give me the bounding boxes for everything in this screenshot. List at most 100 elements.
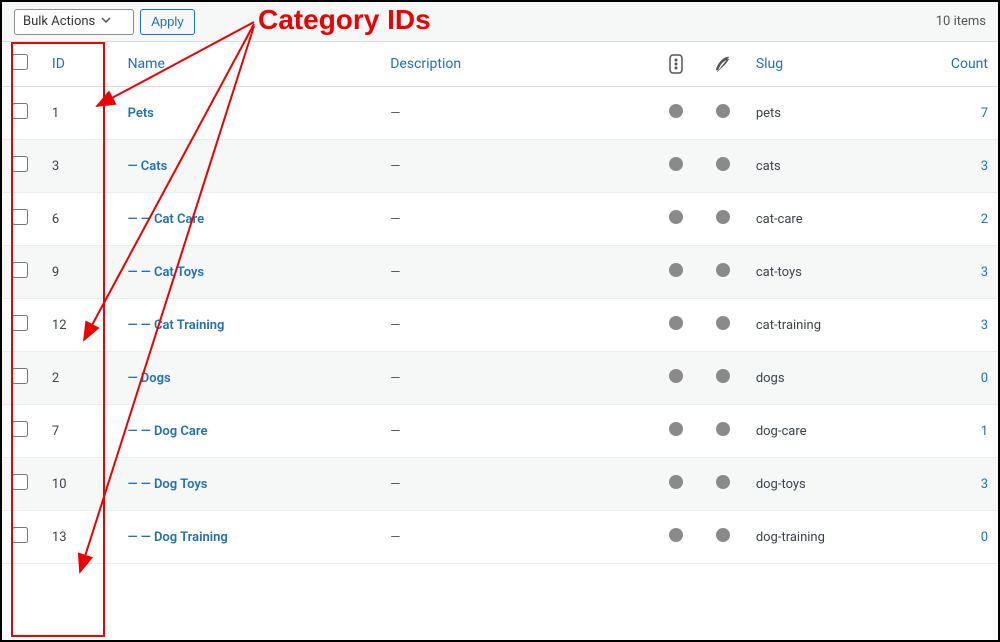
bulk-actions-select[interactable]: Bulk Actions <box>14 9 134 35</box>
category-link[interactable]: Pets <box>128 106 154 121</box>
header-id[interactable]: ID <box>42 42 118 87</box>
category-link[interactable]: — Dogs <box>128 371 171 386</box>
row-select[interactable] <box>2 246 42 299</box>
circle-icon <box>716 528 730 542</box>
category-name: Cat Care <box>154 212 204 227</box>
status-dot[interactable] <box>653 87 699 140</box>
count-link[interactable]: 1 <box>981 424 988 439</box>
row-checkbox[interactable] <box>12 209 28 225</box>
table-row: 6— — Cat Care—cat-care2 <box>2 193 998 246</box>
row-name[interactable]: — Dogs <box>118 352 381 405</box>
header-name[interactable]: Name <box>118 42 381 87</box>
row-count[interactable]: 1 <box>914 405 998 458</box>
count-link[interactable]: 3 <box>981 318 988 333</box>
row-select[interactable] <box>2 458 42 511</box>
count-link[interactable]: 7 <box>981 106 988 121</box>
row-checkbox[interactable] <box>12 474 28 490</box>
category-link[interactable]: — — Dog Training <box>128 530 228 545</box>
row-select[interactable] <box>2 511 42 564</box>
row-count[interactable]: 3 <box>914 299 998 352</box>
count-link[interactable]: 0 <box>981 530 988 545</box>
category-link[interactable]: — — Cat Training <box>128 318 225 333</box>
count-link[interactable]: 3 <box>981 477 988 492</box>
count-link[interactable]: 0 <box>981 371 988 386</box>
category-link[interactable]: — Cats <box>128 159 168 174</box>
feather-dot[interactable] <box>700 405 746 458</box>
feather-dot[interactable] <box>700 458 746 511</box>
feather-dot[interactable] <box>700 511 746 564</box>
status-dot[interactable] <box>653 511 699 564</box>
hierarchy-prefix: — <box>128 159 141 174</box>
row-count[interactable]: 0 <box>914 511 998 564</box>
row-name[interactable]: — — Dog Training <box>118 511 381 564</box>
row-select[interactable] <box>2 352 42 405</box>
row-checkbox[interactable] <box>12 156 28 172</box>
row-checkbox[interactable] <box>12 368 28 384</box>
category-link[interactable]: — — Cat Toys <box>128 265 205 280</box>
row-count[interactable]: 3 <box>914 246 998 299</box>
status-dot[interactable] <box>653 458 699 511</box>
row-select[interactable] <box>2 140 42 193</box>
status-dot[interactable] <box>653 405 699 458</box>
header-status-icon[interactable] <box>653 42 699 87</box>
table-header-row: ID Name Description Slug <box>2 42 998 87</box>
category-name: Dog Toys <box>154 477 208 492</box>
count-link[interactable]: 3 <box>981 265 988 280</box>
row-count[interactable]: 3 <box>914 140 998 193</box>
row-count[interactable]: 2 <box>914 193 998 246</box>
row-checkbox[interactable] <box>12 103 28 119</box>
row-checkbox[interactable] <box>12 262 28 278</box>
row-name[interactable]: — Cats <box>118 140 381 193</box>
category-link[interactable]: — — Cat Care <box>128 212 205 227</box>
count-link[interactable]: 2 <box>981 212 988 227</box>
category-link[interactable]: — — Dog Toys <box>128 477 208 492</box>
category-name: Pets <box>128 106 154 121</box>
row-select[interactable] <box>2 405 42 458</box>
row-checkbox[interactable] <box>12 527 28 543</box>
row-name[interactable]: — — Cat Training <box>118 299 381 352</box>
feather-dot[interactable] <box>700 246 746 299</box>
row-select[interactable] <box>2 87 42 140</box>
row-name[interactable]: — — Cat Toys <box>118 246 381 299</box>
row-count[interactable]: 0 <box>914 352 998 405</box>
header-slug[interactable]: Slug <box>746 42 914 87</box>
select-all-header[interactable] <box>2 42 42 87</box>
row-checkbox[interactable] <box>12 315 28 331</box>
circle-icon <box>716 263 730 277</box>
row-select[interactable] <box>2 193 42 246</box>
feather-dot[interactable] <box>700 352 746 405</box>
row-id: 13 <box>42 511 118 564</box>
row-count[interactable]: 3 <box>914 458 998 511</box>
row-select[interactable] <box>2 299 42 352</box>
status-dot[interactable] <box>653 352 699 405</box>
feather-dot[interactable] <box>700 140 746 193</box>
category-name: Dog Care <box>154 424 208 439</box>
row-name[interactable]: — — Dog Care <box>118 405 381 458</box>
feather-dot[interactable] <box>700 299 746 352</box>
row-id: 10 <box>42 458 118 511</box>
feather-dot[interactable] <box>700 87 746 140</box>
select-all-checkbox[interactable] <box>12 54 28 70</box>
row-checkbox[interactable] <box>12 421 28 437</box>
row-description: — <box>380 87 653 140</box>
row-name[interactable]: Pets <box>118 87 381 140</box>
header-count[interactable]: Count <box>914 42 998 87</box>
header-description[interactable]: Description <box>380 42 653 87</box>
row-name[interactable]: — — Cat Care <box>118 193 381 246</box>
row-count[interactable]: 7 <box>914 87 998 140</box>
status-dot[interactable] <box>653 246 699 299</box>
status-dot[interactable] <box>653 193 699 246</box>
status-dot[interactable] <box>653 299 699 352</box>
apply-button[interactable]: Apply <box>140 9 195 35</box>
row-description: — <box>380 352 653 405</box>
row-name[interactable]: — — Dog Toys <box>118 458 381 511</box>
hierarchy-prefix: — — <box>128 265 154 280</box>
status-dot[interactable] <box>653 140 699 193</box>
feather-dot[interactable] <box>700 193 746 246</box>
row-description: — <box>380 299 653 352</box>
header-feather-icon[interactable] <box>700 42 746 87</box>
count-link[interactable]: 3 <box>981 159 988 174</box>
category-link[interactable]: — — Dog Care <box>128 424 208 439</box>
row-slug: cat-training <box>746 299 914 352</box>
table-row: 1Pets—pets7 <box>2 87 998 140</box>
